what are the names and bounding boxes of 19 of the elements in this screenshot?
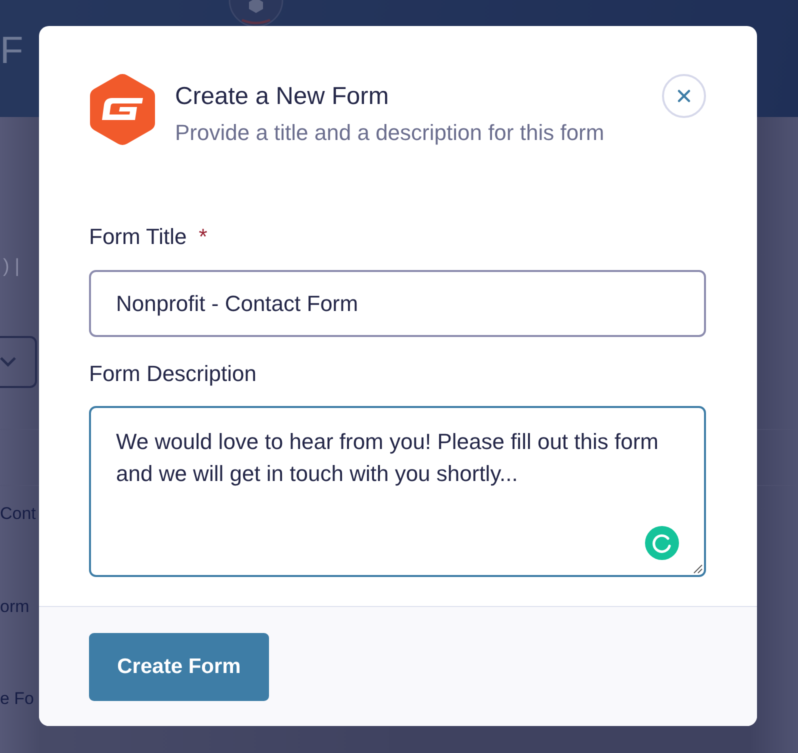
logo-badge-icon [228, 0, 284, 27]
dialog-subtitle: Provide a title and a description for this form [175, 120, 604, 146]
dialog-title: Create a New Form [175, 83, 389, 111]
toolbar-text: ) | [2, 256, 20, 278]
create-form-button[interactable]: Create Form [89, 633, 269, 701]
resize-handle-icon[interactable] [693, 564, 703, 574]
loading-ring-icon[interactable] [645, 526, 679, 560]
list-item-text: orm [0, 596, 30, 618]
list-item-text: Cont [0, 503, 36, 525]
list-item-text: e Fo [0, 688, 34, 710]
logo-icon [89, 73, 156, 146]
required-mark: * [198, 225, 208, 249]
field-label: Form Title [89, 225, 187, 249]
title-input-field[interactable]: Nonprofit - Contact Form [89, 270, 706, 337]
field-label: Form Description [89, 362, 256, 386]
description-textarea[interactable]: We would love to hear from you! Please fill out this form and we will get in touch with you shortly... [89, 406, 706, 577]
chevron-down-icon [0, 357, 16, 367]
header-text: F [0, 31, 24, 71]
close-button[interactable] [662, 74, 706, 118]
